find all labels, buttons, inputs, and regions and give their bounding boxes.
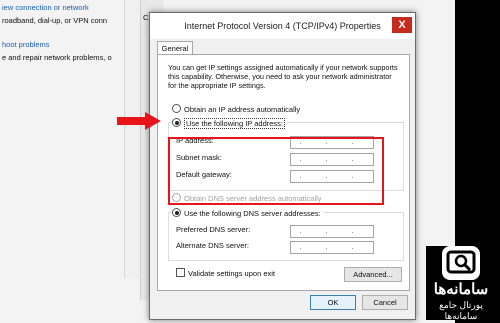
logo-mark-icon xyxy=(442,246,480,280)
obtain-ip-radio[interactable]: Obtain an IP address automatically xyxy=(172,104,300,114)
tab-general[interactable]: General xyxy=(157,41,193,55)
use-ip-radio[interactable]: Use the following IP address: xyxy=(172,118,287,129)
close-button[interactable]: X xyxy=(392,17,412,33)
cancel-button[interactable]: Cancel xyxy=(362,295,408,310)
bg-text-troubleshoot: e and repair network problems, o xyxy=(2,53,112,62)
dialog-title: Internet Protocol Version 4 (TCP/IPv4) P… xyxy=(184,21,381,31)
alternate-dns-input[interactable]: . . . xyxy=(290,241,374,254)
watermark-logo: سامانه‌ها پورتال جامع سامانه‌ها xyxy=(426,246,496,321)
general-tab-page: You can get IP settings assigned automat… xyxy=(157,54,410,291)
validate-label: Validate settings upon exit xyxy=(188,269,276,278)
close-icon: X xyxy=(398,19,406,31)
bg-fragment: C xyxy=(143,13,149,22)
bg-link-troubleshoot[interactable]: hoot problems xyxy=(2,40,50,49)
use-dns-label: Use the following DNS server addresses: xyxy=(184,209,321,218)
preferred-dns-input[interactable]: . . . xyxy=(290,225,374,238)
bg-link-connection[interactable]: iew connection or network xyxy=(2,3,89,12)
use-ip-label: Use the following IP address: xyxy=(184,118,285,129)
advanced-button[interactable]: Advanced... xyxy=(344,267,402,282)
radio-selected-icon xyxy=(172,208,181,217)
checkbox-icon xyxy=(176,268,185,277)
obtain-ip-label: Obtain an IP address automatically xyxy=(184,105,301,114)
dialog-titlebar[interactable]: Internet Protocol Version 4 (TCP/IPv4) P… xyxy=(150,13,415,39)
radio-icon xyxy=(172,104,181,113)
bg-text-connection: roadband, dial-up, or VPN conn xyxy=(2,16,108,25)
watermark-name: سامانه‌ها xyxy=(433,281,489,298)
use-dns-radio[interactable]: Use the following DNS server addresses: xyxy=(172,208,323,218)
highlight-box xyxy=(168,137,384,205)
alternate-dns-label: Alternate DNS server: xyxy=(176,241,249,250)
preferred-dns-label: Preferred DNS server: xyxy=(176,225,251,234)
description-text: You can get IP settings assigned automat… xyxy=(168,63,398,90)
watermark-subtitle: پورتال جامع سامانه‌ها xyxy=(439,300,483,321)
ipv4-properties-dialog: Internet Protocol Version 4 (TCP/IPv4) P… xyxy=(149,12,416,320)
validate-checkbox[interactable]: Validate settings upon exit xyxy=(176,268,275,278)
radio-selected-icon xyxy=(172,118,181,127)
red-arrow-icon xyxy=(117,112,161,130)
ok-button[interactable]: OK xyxy=(310,295,356,310)
